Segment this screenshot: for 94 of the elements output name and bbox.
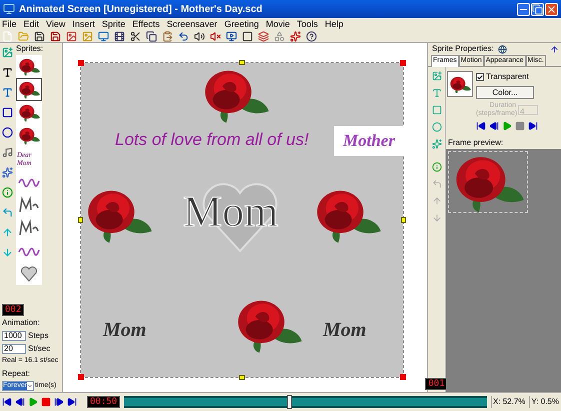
menu-item[interactable]: Tools [296,18,318,30]
corner-handle[interactable] [78,60,84,66]
stop-icon[interactable] [41,397,51,407]
menu-item[interactable]: Greeting [224,18,259,30]
greeting-caption: Lots of love from all of us! [115,129,309,151]
frame-preview-label: Frame preview: [447,137,504,149]
sparkles-icon[interactable] [2,167,13,178]
outline-script-thumbnail-icon [18,196,40,214]
cut-icon[interactable] [130,30,141,42]
close-icon[interactable] [545,2,558,16]
sprite-thumbnail[interactable] [16,262,42,285]
skip-forward-icon[interactable] [528,121,538,131]
info-icon[interactable] [432,162,442,172]
restore-icon[interactable] [531,2,544,16]
led-counter: 001 [425,378,448,390]
mom-doodle-text: Mom [103,318,146,343]
unit-label: St/sec [28,343,50,355]
heart-thumbnail-icon [20,266,38,282]
rose-drawing [18,103,40,122]
transparent-checkbox[interactable] [476,73,484,81]
copy-icon[interactable] [146,30,157,42]
sparkles-icon[interactable] [290,30,301,42]
speed-field[interactable]: 20 [2,344,26,354]
paste-icon[interactable] [162,30,173,42]
undo-icon[interactable] [178,30,189,42]
menu-item[interactable]: Sprite [102,18,126,30]
menu-item[interactable]: Effects [132,18,160,30]
edge-handle[interactable] [78,217,83,223]
rose-drawing [18,80,40,99]
mom-doodle-text: Mom [323,318,366,343]
picture-icon[interactable] [66,30,77,42]
edge-handle[interactable] [239,375,245,380]
step-back-icon[interactable] [15,397,25,407]
edge-handle[interactable] [401,217,406,223]
window-title: Animated Screen [Unregistered] - Mother's Day.scd [19,2,264,16]
y-coordinate: Y: 0.5% [529,396,559,408]
layers-icon[interactable] [258,30,269,42]
menu-item[interactable]: Screensaver [166,18,218,30]
transparent-label: Transparent [486,71,529,83]
timeline-slider[interactable] [124,396,487,408]
film-icon[interactable] [114,30,125,42]
animation-label: Animation: [2,317,41,329]
rose-drawing [18,126,40,145]
led-counter: 002 [2,304,24,316]
corner-handle[interactable] [400,60,406,66]
unit-label: Steps [28,330,48,342]
mother-label: Mother [334,126,404,156]
rose-drawing [449,74,471,94]
outline-script-thumbnail-icon [18,218,40,236]
step-forward-icon[interactable] [54,397,64,407]
skip-forward-icon[interactable] [67,397,77,407]
mute-icon[interactable] [210,30,221,42]
skip-back-icon[interactable] [2,397,12,407]
frame-thumbnail[interactable] [447,71,473,97]
menu-item[interactable]: File [2,18,17,30]
led-counter: 00:50 [87,396,120,408]
skip-back-icon[interactable] [476,121,486,131]
menu-item[interactable]: Help [324,18,344,30]
slider-thumb[interactable] [287,395,292,409]
save-icon[interactable] [50,30,61,42]
help-icon[interactable] [306,30,317,42]
monitor-icon[interactable] [98,30,109,42]
info-icon[interactable] [2,187,13,198]
repeat-label: Repeat: [2,368,32,380]
minimize-icon[interactable] [517,2,530,16]
steps-field[interactable]: 1000 [2,331,26,341]
check-icon [477,74,483,80]
sprite-thumbnail[interactable] [16,78,42,101]
color-button[interactable]: Color... [476,86,534,99]
text-icon[interactable] [2,67,13,78]
arrow-icon[interactable] [550,44,559,54]
square-icon[interactable] [242,30,253,42]
rectangle-icon[interactable] [2,107,13,118]
ellipse-icon[interactable] [2,127,13,138]
music-icon[interactable] [2,147,13,158]
corner-handle[interactable] [400,374,406,380]
menu-item[interactable]: View [46,18,66,30]
step-back-icon[interactable] [489,121,499,131]
menu-item[interactable]: Insert [72,18,95,30]
screen-icon[interactable] [226,30,237,42]
properties-title: Sprite Properties: [432,43,494,55]
menu-item[interactable]: Edit [24,18,40,30]
sprite-thumbnail[interactable] [16,55,42,78]
menu-item[interactable]: Movie [266,18,290,30]
sprites-label: Sprites: [16,43,44,55]
edge-handle[interactable] [239,60,245,65]
app-icon [3,3,15,15]
globe-icon[interactable] [498,44,507,54]
rose-drawing [18,57,40,76]
sprite-thumbnail[interactable] [16,101,42,124]
x-coordinate: X: 52.7% [490,396,526,408]
corner-handle[interactable] [78,374,84,380]
speaker-icon[interactable] [194,30,205,42]
save-icon[interactable] [34,30,45,42]
